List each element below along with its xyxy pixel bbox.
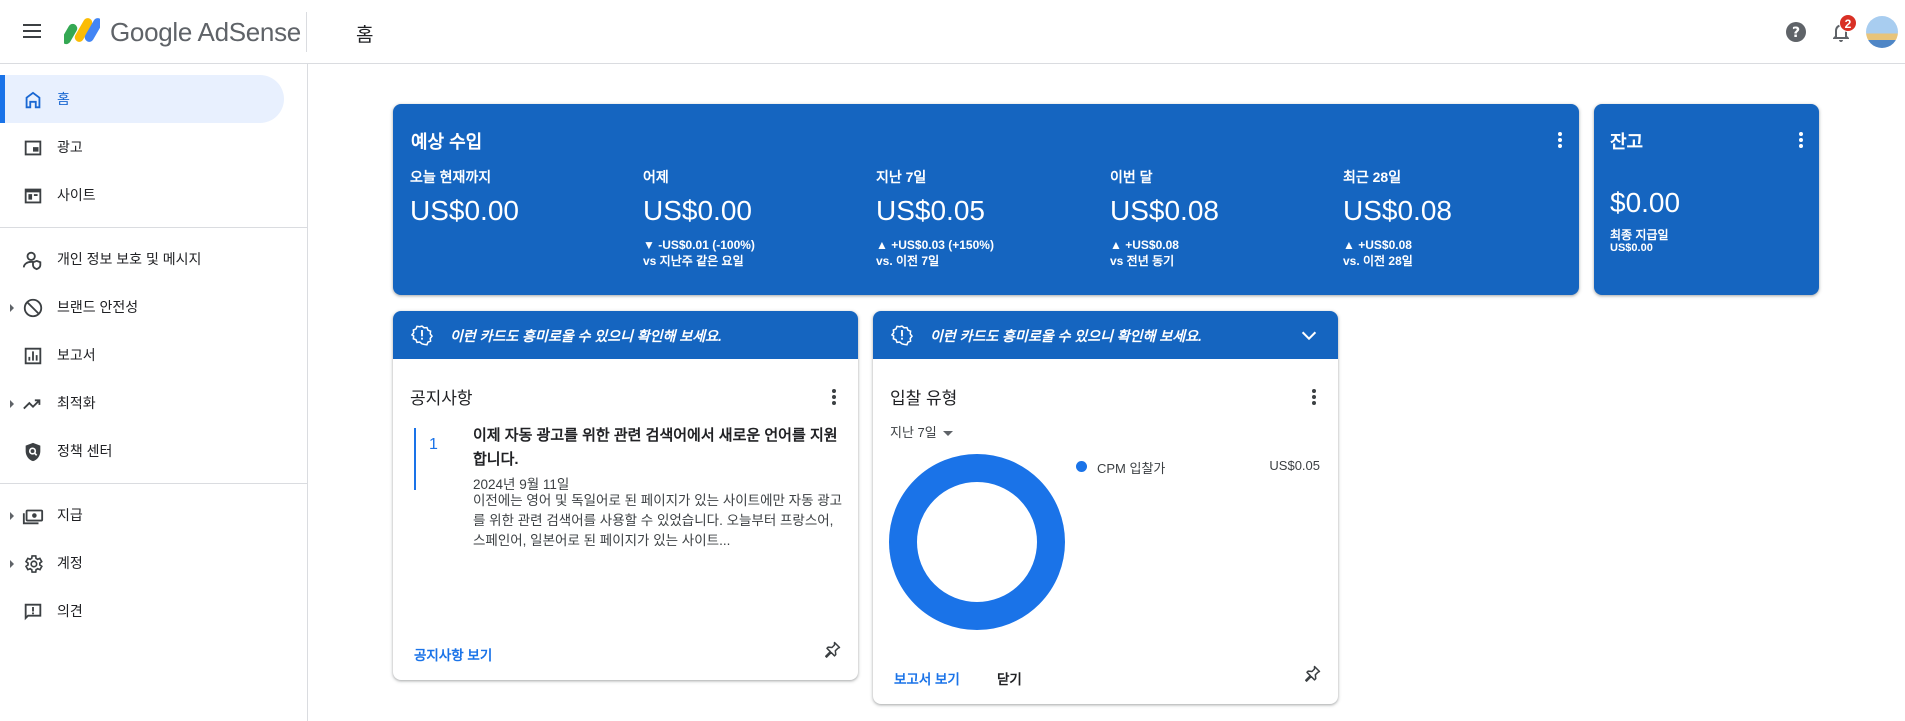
block-icon	[23, 298, 43, 318]
notice-headline[interactable]: 이제 자동 광고를 위한 관련 검색어에서 새로운 언어를 지원합니다.	[473, 424, 843, 472]
chevron-down-icon[interactable]	[1298, 324, 1320, 346]
sidebar-item-policy-center[interactable]: 정책 센터	[0, 427, 284, 475]
privacy-icon	[22, 251, 42, 271]
topbar-divider	[306, 12, 307, 52]
period-dropdown[interactable]: 지난 7일	[890, 422, 953, 441]
sidebar-item-home[interactable]: 홈	[0, 75, 284, 123]
legend-value: US$0.05	[1269, 458, 1320, 473]
sidebar-item-label: 의견	[57, 603, 83, 619]
svg-text:?: ?	[1792, 25, 1800, 41]
feedback-icon	[24, 603, 42, 621]
notice-accent-bar	[414, 428, 416, 490]
earnings-card-title: 예상 수입	[411, 132, 483, 152]
legend-label: CPM 입찰가	[1097, 461, 1166, 476]
more-vert-icon[interactable]	[1548, 126, 1572, 150]
payments-icon	[22, 509, 44, 525]
expand-caret-icon[interactable]	[10, 560, 14, 568]
gear-icon	[24, 555, 43, 573]
policy-shield-icon	[25, 442, 41, 462]
sidebar-item-label: 보고서	[57, 347, 96, 363]
metric-yesterday: 어제 US$0.00 ▼ -US$0.01 (-100%) vs 지난주 같은 …	[643, 169, 755, 268]
donut-slice	[889, 454, 1065, 630]
sidebar-item-optimization[interactable]: 최적화	[0, 379, 284, 427]
sidebar-item-account[interactable]: 계정	[0, 539, 284, 587]
ads-icon	[24, 140, 42, 156]
view-report-link[interactable]: 보고서 보기	[894, 668, 960, 688]
dropdown-arrow-icon	[942, 431, 953, 437]
top-app-bar: Google AdSense 홈 ? 2	[0, 0, 1905, 64]
notification-badge: 2	[1839, 14, 1857, 32]
metric-last-28-days: 최근 28일 US$0.08 ▲ +US$0.08 vs. 이전 28일	[1343, 169, 1452, 268]
menu-icon[interactable]	[20, 20, 44, 44]
sidebar-item-label: 브랜드 안전성	[57, 299, 139, 315]
sidebar-item-label: 최적화	[57, 395, 96, 411]
sidebar-divider	[0, 227, 308, 228]
sidebar-item-brand-safety[interactable]: 브랜드 안전성	[0, 283, 284, 331]
more-vert-icon[interactable]	[1789, 126, 1813, 150]
more-vert-icon[interactable]	[1302, 383, 1326, 407]
sidebar-item-sites[interactable]: 사이트	[0, 171, 284, 219]
expand-caret-icon[interactable]	[10, 512, 14, 520]
banner-text: 이런 카드도 흥미로울 수 있으니 확인해 보세요.	[450, 328, 722, 344]
new-releases-icon	[411, 325, 433, 346]
help-icon[interactable]: ?	[1784, 20, 1808, 44]
sidebar-item-label: 홈	[57, 91, 70, 107]
sidebar-item-payments[interactable]: 지급	[0, 491, 284, 539]
metric-this-month: 이번 달 US$0.08 ▲ +US$0.08 vs 전년 동기	[1110, 169, 1219, 268]
pin-icon[interactable]	[822, 640, 842, 660]
sidebar-item-label: 개인 정보 보호 및 메시지	[57, 251, 202, 267]
last-payment-label: 최종 지급일	[1610, 228, 1669, 242]
expand-caret-icon[interactable]	[10, 304, 14, 312]
dismiss-link[interactable]: 닫기	[997, 668, 1022, 688]
balance-value: $0.00	[1610, 187, 1681, 218]
trending-up-icon	[23, 399, 41, 410]
last-payment-value: US$0.00	[1610, 242, 1653, 254]
announcements-card: 이런 카드도 흥미로울 수 있으니 확인해 보세요. 공지사항 1 이제 자동 …	[393, 311, 858, 680]
notice-body: 이전에는 영어 및 독일어로 된 페이지가 있는 사이트에만 자동 광고를 위한…	[473, 493, 843, 548]
balance-card: 잔고 $0.00 최종 지급일 US$0.00	[1594, 104, 1819, 295]
suggestion-banner: 이런 카드도 흥미로울 수 있으니 확인해 보세요.	[393, 311, 858, 359]
sidebar-item-feedback[interactable]: 의견	[0, 587, 284, 635]
new-releases-icon	[891, 325, 913, 346]
legend-swatch	[1076, 461, 1087, 472]
sidebar-item-label: 계정	[57, 555, 83, 571]
view-announcements-link[interactable]: 공지사항 보기	[414, 644, 492, 664]
sidebar-item-label: 지급	[57, 507, 83, 523]
home-icon	[25, 91, 41, 109]
sidebar-divider	[0, 483, 308, 484]
sidebar-item-label: 정책 센터	[57, 443, 113, 459]
adsense-logo-icon[interactable]	[64, 15, 100, 47]
suggestion-banner: 이런 카드도 흥미로울 수 있으니 확인해 보세요.	[873, 311, 1338, 359]
metric-today: 오늘 현재까지 US$0.00	[410, 169, 519, 226]
avatar[interactable]	[1866, 16, 1898, 48]
logo-text[interactable]: Google AdSense	[110, 17, 301, 48]
sidebar-item-label: 광고	[57, 139, 83, 155]
sidebar-item-label: 사이트	[57, 187, 96, 203]
sidebar-item-reports[interactable]: 보고서	[0, 331, 284, 379]
balance-card-title: 잔고	[1610, 132, 1644, 152]
reports-icon	[24, 347, 42, 365]
metric-last-7-days: 지난 7일 US$0.05 ▲ +US$0.03 (+150%) vs. 이전 …	[876, 169, 994, 268]
sites-icon	[24, 188, 42, 204]
bid-type-title: 입찰 유형	[890, 389, 958, 408]
notice-number: 1	[429, 436, 438, 453]
sidebar-item-privacy[interactable]: 개인 정보 보호 및 메시지	[0, 235, 284, 283]
bid-type-card: 이런 카드도 흥미로울 수 있으니 확인해 보세요. 입찰 유형 지난 7일 C…	[873, 311, 1338, 704]
notice-date: 2024년 9월 11일	[473, 477, 570, 492]
bid-type-donut-chart	[889, 454, 1065, 630]
expand-caret-icon[interactable]	[10, 400, 14, 408]
announcements-title: 공지사항	[410, 389, 473, 408]
pin-icon[interactable]	[1302, 664, 1322, 684]
banner-text: 이런 카드도 흥미로울 수 있으니 확인해 보세요.	[930, 328, 1202, 344]
sidebar-item-ads[interactable]: 광고	[0, 123, 284, 171]
page-title: 홈	[356, 25, 374, 46]
estimated-earnings-card: 예상 수입 오늘 현재까지 US$0.00 어제 US$0.00 ▼ -US$0…	[393, 104, 1579, 295]
more-vert-icon[interactable]	[822, 383, 846, 407]
sidebar: 홈 광고 사이트 개인 정보 보호 및 메시지 브랜드 안전성 보고서 최적화 …	[0, 64, 308, 721]
